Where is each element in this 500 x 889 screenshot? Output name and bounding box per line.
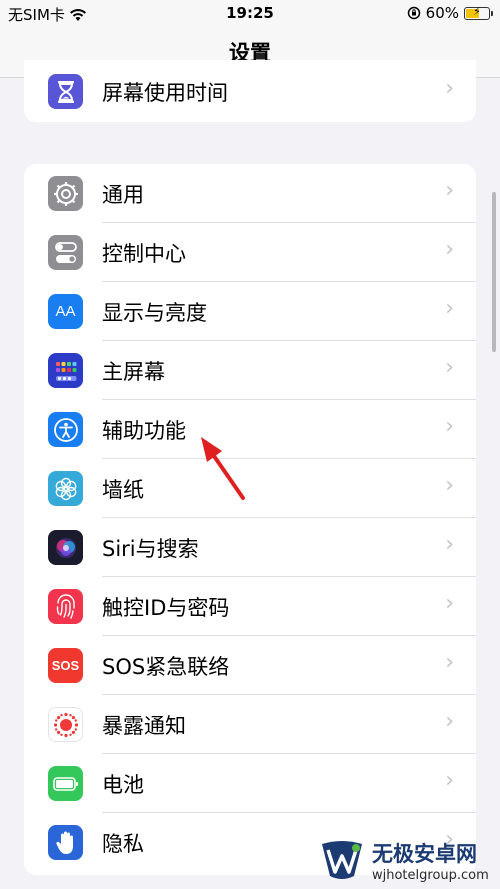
watermark-title: 无极安卓网 [372,841,477,866]
watermark-text: 无极安卓网 wjhotelgroup.com [372,838,489,883]
annotation-arrow-icon [201,437,245,500]
watermark-url: wjhotelgroup.com [372,867,489,883]
watermark-logo-icon [322,841,362,879]
watermark: 无极安卓网 wjhotelgroup.com [318,836,489,884]
